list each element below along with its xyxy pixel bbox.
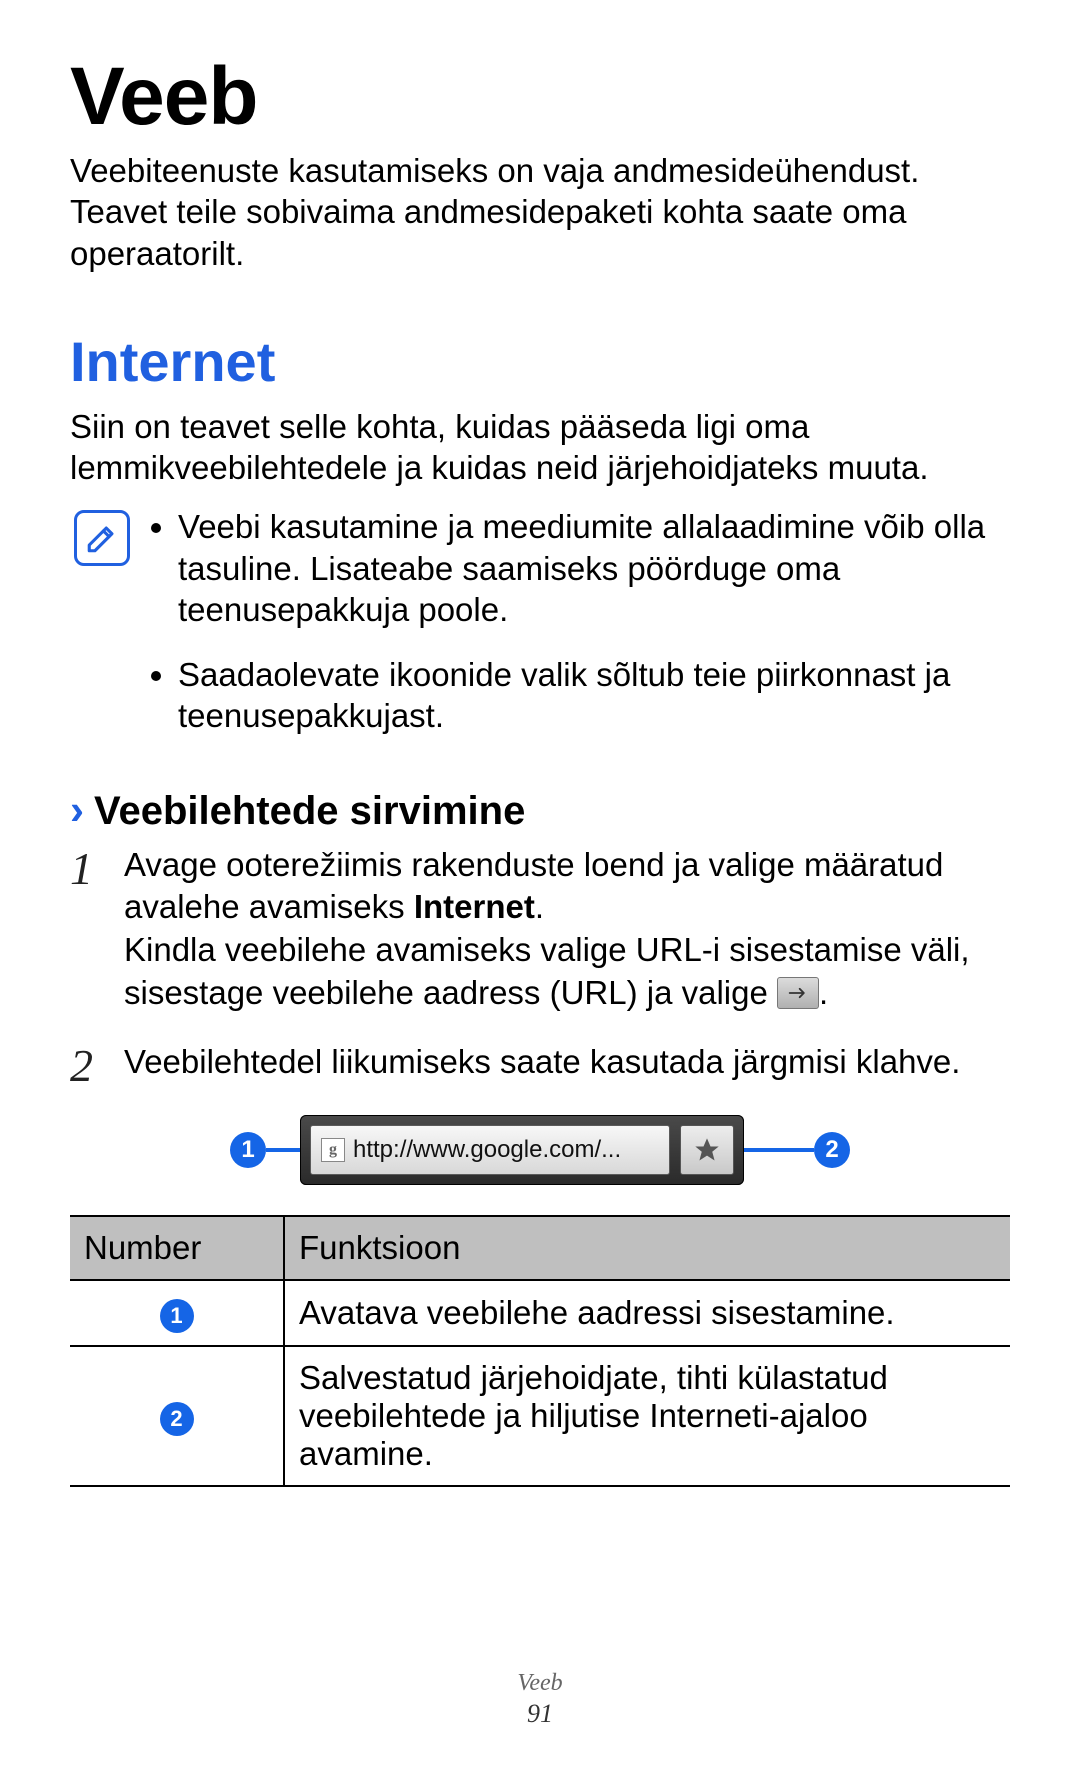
page-title: Veeb xyxy=(70,50,1010,144)
footer-page-number: 91 xyxy=(0,1699,1080,1729)
page-intro: Veebiteenuste kasutamiseks on vaja andme… xyxy=(70,150,1010,274)
footer-section-title: Veeb xyxy=(0,1670,1080,1697)
section-intro: Siin on teavet selle kohta, kuidas pääse… xyxy=(70,406,1010,489)
note-icon xyxy=(74,510,130,566)
step-number: 2 xyxy=(70,1041,106,1089)
note-block: Veebi kasutamine ja meediumite allalaadi… xyxy=(74,506,1010,736)
page-footer: Veeb 91 xyxy=(0,1670,1080,1729)
note-list: Veebi kasutamine ja meediumite allalaadi… xyxy=(148,506,1010,736)
table-row: 1 Avatava veebilehe aadressi sisestamine… xyxy=(70,1280,1010,1346)
page: Veeb Veebiteenuste kasutamiseks on vaja … xyxy=(0,0,1080,1771)
note-item: Veebi kasutamine ja meediumite allalaadi… xyxy=(178,506,1010,630)
table-cell-number: 2 xyxy=(70,1346,284,1486)
text: . xyxy=(819,974,828,1011)
browser-bar-illustration: 1 g http://www.google.com/... 2 xyxy=(70,1115,1010,1185)
step-2: 2 Veebilehtedel liikumiseks saate kasuta… xyxy=(70,1041,1010,1089)
url-input[interactable]: g http://www.google.com/... xyxy=(310,1125,670,1175)
table-cell-number: 1 xyxy=(70,1280,284,1346)
table-header-number: Number xyxy=(70,1216,284,1280)
text: . xyxy=(535,888,544,925)
table-cell-desc: Salvestatud järjehoidjate, tihti külasta… xyxy=(284,1346,1010,1486)
callout-1: 1 xyxy=(230,1132,266,1168)
step-body: Veebilehtedel liikumiseks saate kasutada… xyxy=(124,1041,1010,1089)
step-number: 1 xyxy=(70,844,106,1016)
url-text: http://www.google.com/... xyxy=(353,1136,621,1164)
step-body: Avage ooterežiimis rakenduste loend ja v… xyxy=(124,844,1010,1016)
subsection-title: Veebilehtede sirvimine xyxy=(94,789,525,834)
chevron-right-icon: › xyxy=(70,789,84,831)
callout-line xyxy=(744,1148,814,1152)
table-header-row: Number Funktsioon xyxy=(70,1216,1010,1280)
table-header-function: Funktsioon xyxy=(284,1216,1010,1280)
functions-table: Number Funktsioon 1 Avatava veebilehe aa… xyxy=(70,1215,1010,1487)
bookmarks-button[interactable] xyxy=(680,1125,734,1175)
callout-badge: 1 xyxy=(160,1299,194,1333)
browser-toolbar: g http://www.google.com/... xyxy=(300,1115,744,1185)
table-cell-desc: Avatava veebilehe aadressi sisestamine. xyxy=(284,1280,1010,1346)
step-1: 1 Avage ooterežiimis rakenduste loend ja… xyxy=(70,844,1010,1016)
text-bold: Internet xyxy=(414,888,535,925)
favicon-icon: g xyxy=(321,1138,345,1162)
callout-line xyxy=(266,1148,300,1152)
section-title-internet: Internet xyxy=(70,329,1010,394)
go-arrow-button[interactable] xyxy=(777,977,819,1009)
callout-badge: 2 xyxy=(160,1402,194,1436)
table-row: 2 Salvestatud järjehoidjate, tihti külas… xyxy=(70,1346,1010,1486)
subsection-heading: › Veebilehtede sirvimine xyxy=(70,789,1010,834)
text: Kindla veebilehe avamiseks valige URL-i … xyxy=(124,931,970,1011)
callout-2: 2 xyxy=(814,1132,850,1168)
note-item: Saadaolevate ikoonide valik sõltub teie … xyxy=(178,654,1010,737)
